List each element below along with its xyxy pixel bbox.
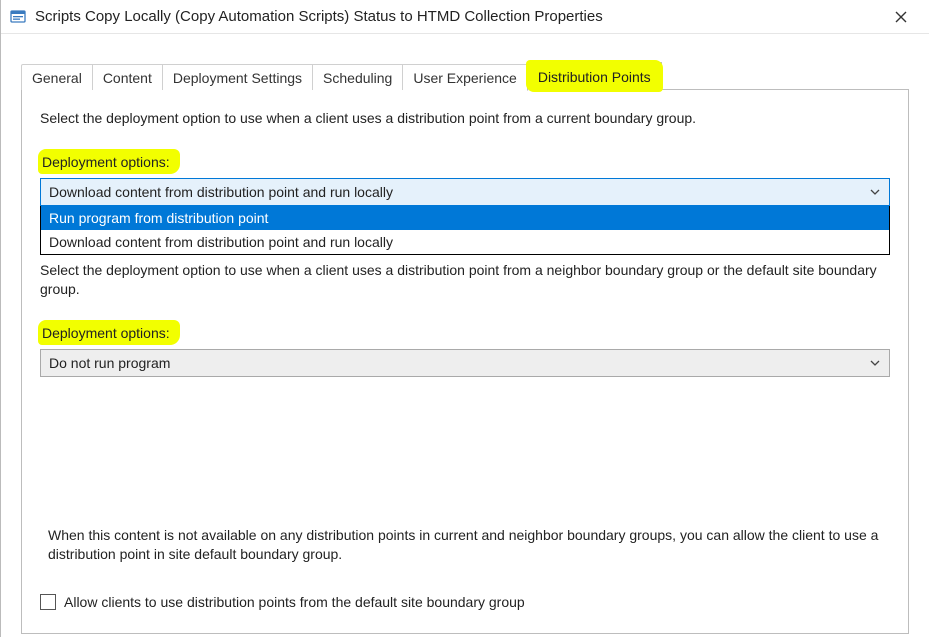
tab-strip: General Content Deployment Settings Sche… bbox=[21, 62, 909, 90]
label-text: Deployment options: bbox=[42, 325, 170, 341]
tab-general[interactable]: General bbox=[21, 64, 93, 90]
tab-label: Distribution Points bbox=[538, 69, 651, 85]
app-icon bbox=[9, 8, 27, 26]
close-icon bbox=[895, 11, 907, 23]
combo-value: Download content from distribution point… bbox=[49, 184, 393, 200]
tab-distribution-points[interactable]: Distribution Points bbox=[527, 62, 662, 91]
chevron-down-icon bbox=[865, 182, 885, 202]
allow-default-dp-label: Allow clients to use distribution points… bbox=[64, 594, 525, 610]
dialog-window: Scripts Copy Locally (Copy Automation Sc… bbox=[0, 0, 929, 637]
dropdown-item-download-run-locally[interactable]: Download content from distribution point… bbox=[41, 230, 889, 254]
allow-default-dp-checkbox[interactable] bbox=[40, 594, 56, 610]
tab-panel-distribution-points: Select the deployment option to use when… bbox=[21, 89, 909, 634]
tab-label: Deployment Settings bbox=[173, 70, 302, 86]
deployment-options-label-1: Deployment options: bbox=[40, 152, 176, 172]
tab-label: Scheduling bbox=[323, 70, 392, 86]
combo-value: Do not run program bbox=[49, 355, 170, 371]
close-button[interactable] bbox=[881, 2, 921, 32]
tab-label: User Experience bbox=[413, 70, 517, 86]
label-text: Deployment options: bbox=[42, 154, 170, 170]
chevron-down-icon bbox=[865, 353, 885, 373]
deployment-options-dropdown-1: Run program from distribution point Down… bbox=[40, 206, 890, 255]
section2-description: Select the deployment option to use when… bbox=[40, 261, 890, 299]
dropdown-item-run-from-dp[interactable]: Run program from distribution point bbox=[41, 206, 889, 230]
deployment-options-combo-2[interactable]: Do not run program bbox=[40, 349, 890, 377]
title-bar: Scripts Copy Locally (Copy Automation Sc… bbox=[1, 0, 929, 34]
tab-deployment-settings[interactable]: Deployment Settings bbox=[162, 64, 313, 90]
tab-label: General bbox=[32, 70, 82, 86]
section1-description: Select the deployment option to use when… bbox=[40, 110, 890, 126]
tab-label: Content bbox=[103, 70, 152, 86]
tab-scheduling[interactable]: Scheduling bbox=[312, 64, 403, 90]
fallback-description: When this content is not available on an… bbox=[48, 526, 886, 564]
deployment-options-label-2: Deployment options: bbox=[40, 323, 176, 343]
window-title: Scripts Copy Locally (Copy Automation Sc… bbox=[35, 8, 881, 25]
tab-user-experience[interactable]: User Experience bbox=[402, 64, 528, 90]
deployment-options-combo-1[interactable]: Download content from distribution point… bbox=[40, 178, 890, 206]
client-area: General Content Deployment Settings Sche… bbox=[1, 34, 929, 634]
tab-content[interactable]: Content bbox=[92, 64, 163, 90]
allow-default-dp-row: Allow clients to use distribution points… bbox=[40, 594, 886, 610]
